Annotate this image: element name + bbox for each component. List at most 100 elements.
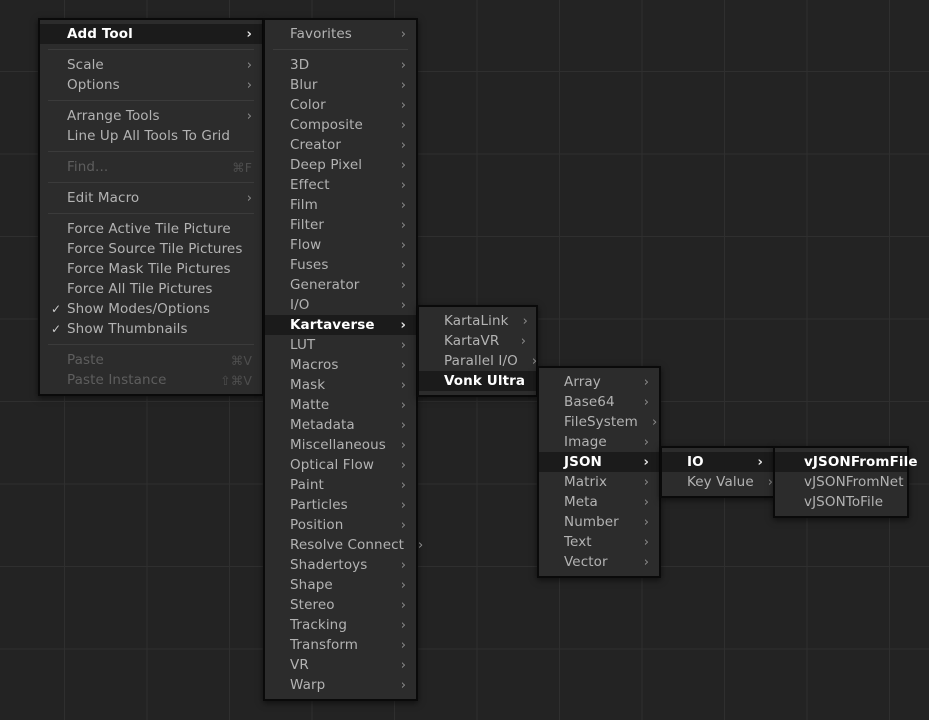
menu-item-miscellaneous[interactable]: Miscellaneous › (265, 435, 416, 455)
menu-item-label: FileSystem (564, 414, 638, 430)
menu-item-stereo[interactable]: Stereo › (265, 595, 416, 615)
menu-item-label: Show Thumbnails (67, 321, 188, 337)
menu-item-scale[interactable]: Scale › (40, 55, 262, 75)
menu-item-lut[interactable]: LUT › (265, 335, 416, 355)
node-editor-context-menu[interactable]: Add Tool › Scale › Options › Arrange Tools › Lin… (38, 18, 264, 396)
menu-item-kartavr[interactable]: KartaVR › (419, 331, 536, 351)
menu-item-label: Macros (290, 357, 339, 373)
menu-item-force-source-tile-pictures[interactable]: Force Source Tile Pictures (40, 239, 262, 259)
menu-item-label: Fuses (290, 257, 329, 273)
chevron-right-icon: › (400, 197, 406, 213)
menu-item-deep-pixel[interactable]: Deep Pixel › (265, 155, 416, 175)
json-io-submenu[interactable]: vJSONFromFile vJSONFromNet vJSONToFile (773, 446, 918, 518)
chevron-right-icon: › (520, 333, 526, 349)
menu-item-matrix[interactable]: Matrix › (539, 472, 659, 492)
chevron-right-icon: › (418, 537, 424, 553)
menu-item-mask[interactable]: Mask › (265, 375, 416, 395)
menu-item-vjsonfromnet[interactable]: vJSONFromNet (775, 472, 907, 492)
chevron-right-icon: › (400, 237, 406, 253)
kartaverse-submenu[interactable]: KartaLink › KartaVR › Parallel I/O › Vonk Ultr… (417, 305, 544, 397)
menu-item-flow[interactable]: Flow › (265, 235, 416, 255)
menu-item-label: Favorites (290, 26, 352, 42)
menu-item-label: Optical Flow (290, 457, 374, 473)
menu-item-label: VR (290, 657, 309, 673)
vonk-ultra-submenu[interactable]: Array › Base64 › FileSystem › Image › JSON › Matri… (537, 366, 661, 578)
menu-item-label: Paste (67, 352, 104, 368)
menu-item-key-value[interactable]: Key Value › (662, 472, 773, 492)
menu-item-filter[interactable]: Filter › (265, 215, 416, 235)
json-submenu[interactable]: IO › Key Value › (660, 446, 775, 498)
menu-item-vjsonfromfile[interactable]: vJSONFromFile (775, 452, 918, 472)
chevron-right-icon: › (400, 137, 406, 153)
menu-item-macros[interactable]: Macros › (265, 355, 416, 375)
menu-item-text[interactable]: Text › (539, 532, 659, 552)
menu-item-add-tool[interactable]: Add Tool › (40, 24, 262, 44)
menu-item-film[interactable]: Film › (265, 195, 416, 215)
menu-item-array[interactable]: Array › (539, 372, 659, 392)
menu-item-base64[interactable]: Base64 › (539, 392, 659, 412)
menu-item-composite[interactable]: Composite › (265, 115, 416, 135)
menu-item-tracking[interactable]: Tracking › (265, 615, 416, 635)
menu-item-number[interactable]: Number › (539, 512, 659, 532)
menu-item-label: Miscellaneous (290, 437, 386, 453)
menu-item-shape[interactable]: Shape › (265, 575, 416, 595)
menu-item-line-up-all-tools-to-grid[interactable]: Line Up All Tools To Grid (40, 126, 262, 146)
menu-item-creator[interactable]: Creator › (265, 135, 416, 155)
menu-separator (48, 344, 254, 345)
menu-item-image[interactable]: Image › (539, 432, 659, 452)
chevron-right-icon: › (246, 77, 252, 93)
menu-item-label: Metadata (290, 417, 355, 433)
menu-item-parallel-i-o[interactable]: Parallel I/O › (419, 351, 537, 371)
menu-item-vr[interactable]: VR › (265, 655, 416, 675)
menu-item-label: Line Up All Tools To Grid (67, 128, 231, 144)
chevron-right-icon: › (400, 577, 406, 593)
menu-item-label: Kartaverse (290, 317, 375, 333)
menu-item-paint[interactable]: Paint › (265, 475, 416, 495)
menu-item-optical-flow[interactable]: Optical Flow › (265, 455, 416, 475)
menu-item-label: Vonk Ultra (444, 373, 526, 389)
menu-item-arrange-tools[interactable]: Arrange Tools › (40, 106, 262, 126)
menu-item-effect[interactable]: Effect › (265, 175, 416, 195)
menu-item-filesystem[interactable]: FileSystem › (539, 412, 659, 432)
menu-item-warp[interactable]: Warp › (265, 675, 416, 695)
menu-item-i-o[interactable]: I/O › (265, 295, 416, 315)
menu-item-vector[interactable]: Vector › (539, 552, 659, 572)
menu-item-kartalink[interactable]: KartaLink › (419, 311, 536, 331)
menu-item-position[interactable]: Position › (265, 515, 416, 535)
menu-item-metadata[interactable]: Metadata › (265, 415, 416, 435)
menu-item-shadertoys[interactable]: Shadertoys › (265, 555, 416, 575)
menu-item-label: Paint (290, 477, 324, 493)
chevron-right-icon: › (400, 457, 406, 473)
menu-item-3d[interactable]: 3D › (265, 55, 416, 75)
menu-item-show-thumbnails[interactable]: ✓ Show Thumbnails (40, 319, 262, 339)
node-editor-canvas[interactable]: Add Tool › Scale › Options › Arrange Tools › Lin… (0, 0, 929, 720)
menu-item-vjsontofile[interactable]: vJSONToFile (775, 492, 907, 512)
menu-item-force-active-tile-picture[interactable]: Force Active Tile Picture (40, 219, 262, 239)
menu-item-fuses[interactable]: Fuses › (265, 255, 416, 275)
menu-item-particles[interactable]: Particles › (265, 495, 416, 515)
menu-item-favorites[interactable]: Favorites › (265, 24, 416, 44)
checkmark-icon: ✓ (51, 322, 62, 336)
menu-item-meta[interactable]: Meta › (539, 492, 659, 512)
menu-item-kartaverse[interactable]: Kartaverse › (265, 315, 416, 335)
menu-item-blur[interactable]: Blur › (265, 75, 416, 95)
menu-item-resolve-connect[interactable]: Resolve Connect › (265, 535, 423, 555)
menu-item-color[interactable]: Color › (265, 95, 416, 115)
menu-item-show-modes-options[interactable]: ✓ Show Modes/Options (40, 299, 262, 319)
menu-item-force-mask-tile-pictures[interactable]: Force Mask Tile Pictures (40, 259, 262, 279)
menu-item-force-all-tile-pictures[interactable]: Force All Tile Pictures (40, 279, 262, 299)
menu-item-label: Matte (290, 397, 330, 413)
menu-item-label: Image (564, 434, 607, 450)
menu-item-transform[interactable]: Transform › (265, 635, 416, 655)
menu-item-label: Particles (290, 497, 348, 513)
menu-item-edit-macro[interactable]: Edit Macro › (40, 188, 262, 208)
add-tool-category-menu[interactable]: Favorites › 3D › Blur › Color › Composite › Creato… (263, 18, 423, 701)
menu-item-io[interactable]: IO › (662, 452, 773, 472)
menu-item-matte[interactable]: Matte › (265, 395, 416, 415)
chevron-right-icon: › (400, 57, 406, 73)
menu-item-options[interactable]: Options › (40, 75, 262, 95)
menu-item-generator[interactable]: Generator › (265, 275, 416, 295)
menu-item-vonk-ultra[interactable]: Vonk Ultra› (419, 371, 544, 391)
menu-item-json[interactable]: JSON › (539, 452, 659, 472)
menu-item-shortcut: ⇧⌘V (220, 372, 252, 388)
